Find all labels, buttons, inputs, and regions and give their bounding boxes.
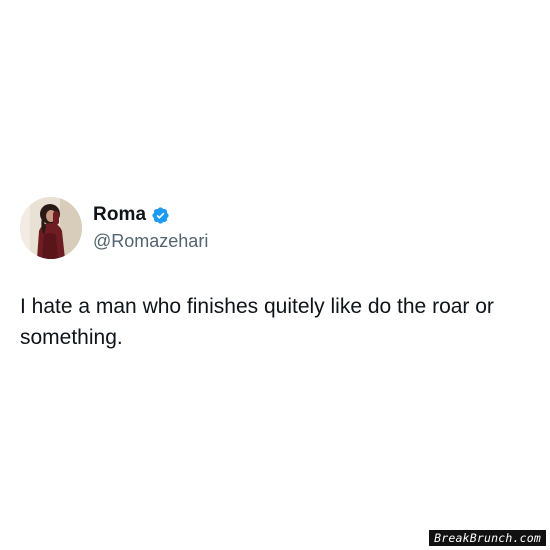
tweet-header: Roma @Romazehari bbox=[20, 197, 540, 259]
display-name[interactable]: Roma bbox=[93, 203, 146, 227]
author-handle[interactable]: @Romazehari bbox=[93, 229, 208, 253]
avatar-photo-icon bbox=[20, 197, 82, 259]
verified-badge-icon bbox=[151, 206, 170, 225]
tweet-card: Roma @Romazehari I hate a man who finish… bbox=[20, 197, 540, 353]
tweet-text: I hate a man who finishes quitely like d… bbox=[20, 295, 494, 349]
avatar[interactable] bbox=[20, 197, 82, 259]
name-row: Roma bbox=[93, 203, 208, 227]
watermark: BreakBrunch.com bbox=[429, 530, 546, 546]
author-names: Roma @Romazehari bbox=[93, 203, 208, 253]
